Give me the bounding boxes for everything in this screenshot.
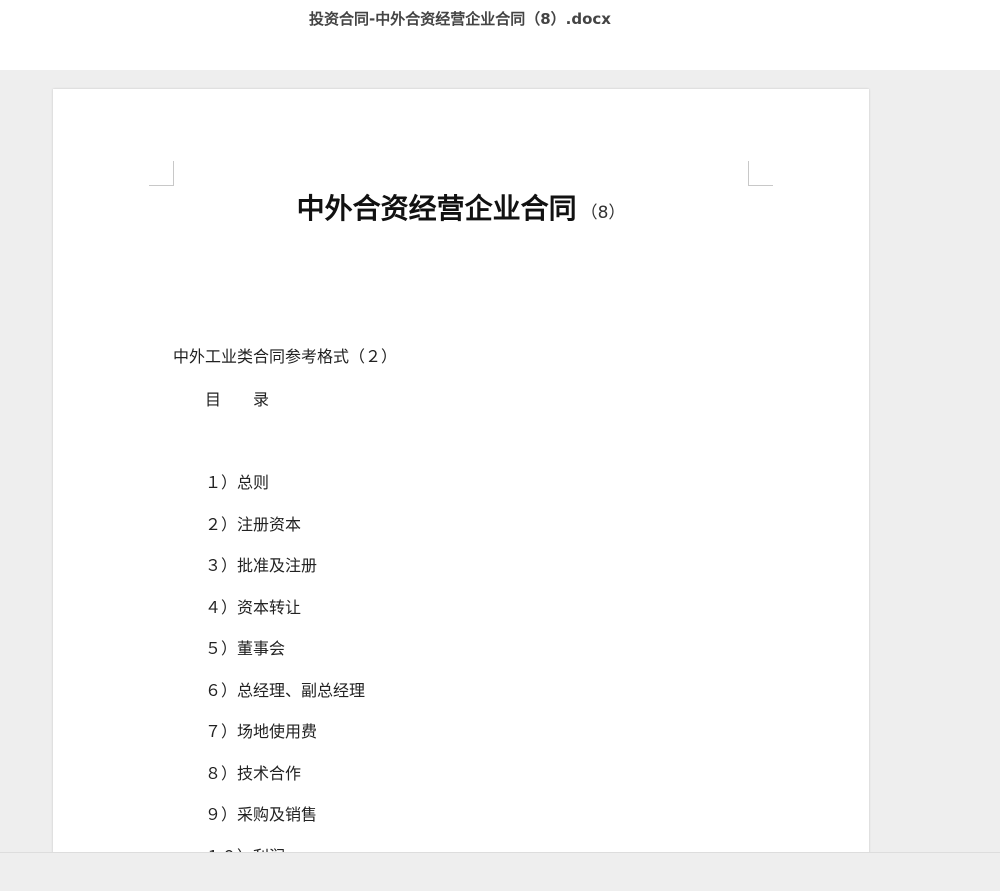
document-subtitle: 中外工业类合同参考格式（２） [173,347,398,366]
toc-item: ３）批准及注册 [205,556,318,575]
toc-item: ５）董事会 [205,639,286,658]
toc-item: １０）利润 [205,843,365,853]
toc-item: １）总则 [205,473,270,492]
toc-item: ８）技术合作 [205,763,302,783]
bottom-bar [0,852,1000,891]
document-page: 中外合资经营企业合同 （8） 中外工业类合同参考格式（２） 目 录 １）总则 ２）… [53,89,869,852]
heading-suffix: （8） [580,203,626,223]
toc-item: ２）注册资本 [205,514,302,534]
toc-item: ４）资本转让 [205,597,302,617]
document-heading: 中外合资经营企业合同 （8） [53,187,869,227]
toc-item: ９）采购及销售 [205,805,318,824]
heading-text: 中外合资经营企业合同 [296,192,577,225]
margin-corner-mark-right [748,161,773,186]
toc-item: ６）总经理、副总经理 [205,680,366,700]
table-of-contents-label: 目 录 [205,390,270,409]
title-bar: 投资合同-中外合资经营企业合同（8）.docx [0,0,1000,70]
table-of-contents: １）总则 ２）注册资本 ３）批准及注册 ４）资本转让 ５）董事会 ６）总经理、副… [205,469,365,852]
document-title: 投资合同-中外合资经营企业合同（8）.docx [309,10,611,28]
margin-corner-mark-left [149,161,174,186]
toc-item: ７）场地使用费 [205,722,318,741]
document-viewer[interactable]: 中外合资经营企业合同 （8） 中外工业类合同参考格式（２） 目 录 １）总则 ２）… [0,70,1000,852]
